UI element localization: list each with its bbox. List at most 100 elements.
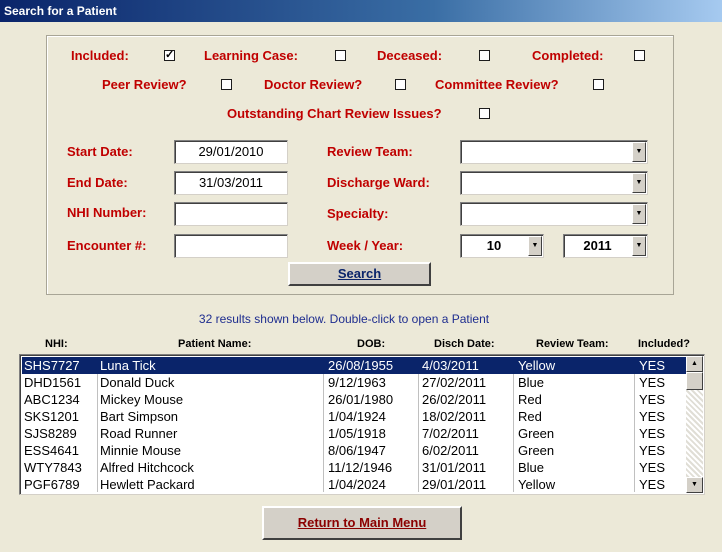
cell-dob: 11/12/1946 — [328, 460, 393, 475]
cell-included: YES — [639, 409, 666, 424]
chevron-down-icon[interactable]: ▼ — [632, 173, 646, 193]
cell-disch: 29/01/2011 — [422, 477, 487, 492]
review-team-label: Review Team: — [327, 144, 413, 159]
column-header-name: Patient Name: — [178, 338, 252, 350]
cell-nhi: WTY7843 — [24, 460, 82, 475]
week-year-label: Week / Year: — [327, 238, 404, 253]
end-date-input[interactable]: 31/03/2011 — [174, 171, 288, 195]
cell-dob: 26/08/1955 — [328, 358, 394, 373]
table-row[interactable]: ABC1234 Mickey Mouse 26/01/1980 26/02/2011 R… — [22, 391, 686, 408]
cell-disch: 18/02/2011 — [422, 409, 487, 424]
cell-dob: 26/01/1980 — [328, 392, 394, 407]
cell-nhi: PGF6789 — [24, 477, 80, 492]
peer-review-checkbox[interactable] — [221, 79, 232, 90]
column-header-dob: DOB: — [357, 338, 386, 350]
results-info: 32 results shown below. Double-click to … — [198, 312, 490, 326]
cell-name: Donald Duck — [100, 375, 175, 390]
cell-name: Hewlett Packard — [100, 477, 195, 492]
chevron-down-icon[interactable]: ▼ — [632, 236, 646, 256]
column-header-nhi: NHI: — [45, 338, 68, 350]
learning-case-checkbox[interactable] — [335, 50, 346, 61]
chevron-down-icon[interactable]: ▼ — [528, 236, 542, 256]
return-to-main-menu-button[interactable]: Return to Main Menu — [262, 506, 462, 540]
cell-nhi: SHS7727 — [24, 358, 80, 373]
discharge-ward-label: Discharge Ward: — [327, 175, 430, 190]
discharge-ward-combo[interactable]: ▼ — [460, 171, 648, 195]
table-row[interactable]: WTY7843 Alfred Hitchcock 11/12/1946 31/01/2… — [22, 459, 686, 476]
specialty-label: Specialty: — [327, 206, 389, 221]
cell-name: Minnie Mouse — [100, 443, 181, 458]
cell-name: Alfred Hitchcock — [100, 460, 194, 475]
cell-included: YES — [639, 443, 666, 458]
cell-name: Bart Simpson — [100, 409, 179, 424]
chevron-down-icon[interactable]: ▼ — [632, 204, 646, 224]
cell-included: YES — [639, 375, 666, 390]
year-combo[interactable]: 2011 ▼ — [563, 234, 648, 258]
results-list[interactable]: SHS7727 Luna Tick 26/08/1955 4/03/2011 Yello… — [19, 354, 705, 495]
week-value: 10 — [486, 238, 502, 253]
encounter-input[interactable] — [174, 234, 288, 258]
end-date-label: End Date: — [67, 175, 128, 190]
cell-disch: 4/03/2011 — [422, 358, 479, 373]
cell-included: YES — [639, 358, 666, 373]
cell-name: Mickey Mouse — [100, 392, 184, 407]
deceased-label: Deceased: — [377, 48, 443, 63]
cell-dob: 9/12/1963 — [328, 375, 386, 390]
scroll-up-icon[interactable]: ▲ — [686, 356, 703, 372]
start-date-input[interactable]: 29/01/2010 — [174, 140, 288, 164]
included-checkbox[interactable]: ✓ — [164, 50, 175, 61]
week-combo[interactable]: 10 ▼ — [460, 234, 544, 258]
cell-disch: 26/02/2011 — [422, 392, 487, 407]
cell-disch: 6/02/2011 — [422, 443, 479, 458]
included-label: Included: — [71, 48, 129, 63]
committee-review-checkbox[interactable] — [593, 79, 604, 90]
cell-included: YES — [639, 392, 666, 407]
doctor-review-checkbox[interactable] — [395, 79, 406, 90]
cell-dob: 1/04/1924 — [328, 409, 386, 424]
cell-name: Road Runner — [100, 426, 178, 441]
table-row[interactable]: ESS4641 Minnie Mouse 8/06/1947 6/02/2011 Gre… — [22, 442, 686, 459]
peer-review-label: Peer Review? — [102, 77, 187, 92]
deceased-checkbox[interactable] — [479, 50, 490, 61]
table-row[interactable]: SKS1201 Bart Simpson 1/04/1924 18/02/2011 Re… — [22, 408, 686, 425]
completed-label: Completed: — [532, 48, 604, 63]
cell-dob: 1/04/2024 — [328, 477, 386, 492]
cell-dob: 1/05/1918 — [328, 426, 386, 441]
results-scrollbar[interactable]: ▲ ▼ — [686, 356, 703, 493]
nhi-number-input[interactable] — [174, 202, 288, 226]
checkmark-icon: ✓ — [165, 49, 175, 61]
window-title: Search for a Patient — [0, 0, 722, 22]
cell-team: Green — [518, 443, 555, 458]
table-row[interactable]: DHD1561 Donald Duck 9/12/1963 27/02/2011 Blu… — [22, 374, 686, 391]
completed-checkbox[interactable] — [634, 50, 645, 61]
committee-review-label: Committee Review? — [435, 77, 559, 92]
table-row[interactable]: SHS7727 Luna Tick 26/08/1955 4/03/2011 Yello… — [22, 357, 686, 374]
column-header-included: Included? — [638, 338, 690, 350]
cell-dob: 8/06/1947 — [328, 443, 386, 458]
start-date-label: Start Date: — [67, 144, 133, 159]
cell-nhi: ESS4641 — [24, 443, 79, 458]
cell-team: Green — [518, 426, 555, 441]
outstanding-issues-checkbox[interactable] — [479, 108, 490, 119]
cell-nhi: ABC1234 — [24, 392, 80, 407]
cell-disch: 7/02/2011 — [422, 426, 479, 441]
nhi-number-label: NHI Number: — [67, 205, 147, 220]
cell-included: YES — [639, 477, 666, 492]
review-team-combo[interactable]: ▼ — [460, 140, 648, 164]
cell-nhi: DHD1561 — [24, 375, 82, 390]
specialty-combo[interactable]: ▼ — [460, 202, 648, 226]
year-value: 2011 — [583, 238, 612, 253]
encounter-label: Encounter #: — [67, 238, 147, 253]
cell-nhi: SJS8289 — [24, 426, 77, 441]
scrollbar-thumb[interactable] — [686, 372, 703, 390]
scroll-down-icon[interactable]: ▼ — [686, 477, 703, 493]
cell-team: Blue — [518, 375, 545, 390]
outstanding-issues-label: Outstanding Chart Review Issues? — [227, 106, 442, 121]
cell-included: YES — [639, 426, 666, 441]
table-row[interactable]: PGF6789 Hewlett Packard 1/04/2024 29/01/201… — [22, 476, 686, 493]
search-button[interactable]: Search — [288, 262, 431, 286]
chevron-down-icon[interactable]: ▼ — [632, 142, 646, 162]
cell-team: Blue — [518, 460, 545, 475]
learning-case-label: Learning Case: — [204, 48, 298, 63]
table-row[interactable]: SJS8289 Road Runner 1/05/1918 7/02/2011 Gree… — [22, 425, 686, 442]
